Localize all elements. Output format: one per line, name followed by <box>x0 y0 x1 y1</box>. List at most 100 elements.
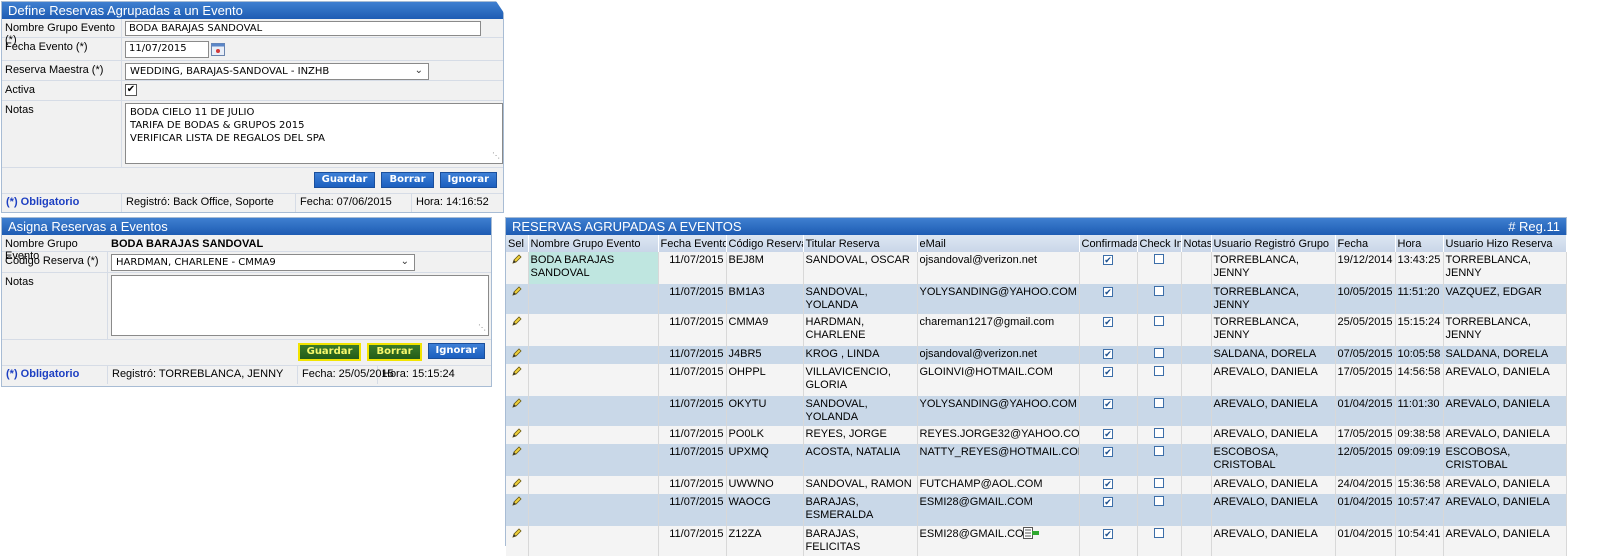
edit-pencil-icon[interactable] <box>512 496 522 506</box>
cell-checkin[interactable] <box>1137 494 1182 526</box>
table-row[interactable]: 11/07/2015 J4BR5 KROG , LINDA ojsandoval@ve… <box>506 346 1567 364</box>
confirmada-checkbox[interactable]: ✔ <box>1103 497 1113 507</box>
cell-confirmada[interactable]: ✔ <box>1079 346 1138 364</box>
checkin-checkbox[interactable] <box>1154 348 1164 358</box>
activa-checkbox[interactable]: ✔ <box>125 84 137 96</box>
cell-confirmada[interactable]: ✔ <box>1079 284 1138 314</box>
fecha-evento-input[interactable]: 11/07/2015 <box>125 40 209 58</box>
table-row[interactable]: 11/07/2015 UPXMQ ACOSTA, NATALIA NATTY_REYE… <box>506 444 1567 476</box>
column-header[interactable]: Confirmada <box>1079 235 1138 252</box>
table-row[interactable]: 11/07/2015 UWWNO SANDOVAL, RAMON FUTCHAMP@A… <box>506 476 1567 494</box>
column-header[interactable]: Nombre Grupo Evento <box>528 235 659 252</box>
checkin-checkbox[interactable] <box>1154 428 1164 438</box>
resize-grip-icon[interactable]: ⋱ <box>492 149 500 162</box>
edit-pencil-icon[interactable] <box>512 428 522 438</box>
checkin-checkbox[interactable] <box>1154 286 1164 296</box>
select-cell[interactable] <box>506 284 529 314</box>
ignorar-button[interactable]: Ignorar <box>427 343 485 359</box>
cell-confirmada[interactable]: ✔ <box>1079 476 1138 494</box>
checkin-checkbox[interactable] <box>1154 316 1164 326</box>
ignorar-button[interactable]: Ignorar <box>439 172 497 188</box>
select-cell[interactable] <box>506 444 529 476</box>
cell-confirmada[interactable]: ✔ <box>1079 426 1138 444</box>
cell-checkin[interactable] <box>1137 314 1182 346</box>
confirmada-checkbox[interactable]: ✔ <box>1103 317 1113 327</box>
column-header[interactable]: Fecha <box>1335 235 1396 252</box>
calendar-icon[interactable] <box>211 42 225 56</box>
edit-pencil-icon[interactable] <box>512 398 522 408</box>
guardar-button[interactable]: Guardar <box>297 343 362 361</box>
edit-pencil-icon[interactable] <box>512 478 522 488</box>
select-cell[interactable] <box>506 526 529 556</box>
cell-checkin[interactable] <box>1137 284 1182 314</box>
confirmada-checkbox[interactable]: ✔ <box>1103 447 1113 457</box>
cell-confirmada[interactable]: ✔ <box>1079 444 1138 476</box>
cell-checkin[interactable] <box>1137 426 1182 444</box>
select-cell[interactable] <box>506 476 529 494</box>
confirmada-checkbox[interactable]: ✔ <box>1103 429 1113 439</box>
column-header[interactable]: Usuario Registró Grupo <box>1211 235 1336 252</box>
table-row[interactable]: 11/07/2015 BM1A3 SANDOVAL, YOLANDA YOLYSAND… <box>506 284 1567 314</box>
reserva-maestra-select[interactable]: WEDDING, BARAJAS-SANDOVAL - INZHB ⌄ <box>125 63 429 80</box>
confirmada-checkbox[interactable]: ✔ <box>1103 367 1113 377</box>
checkin-checkbox[interactable] <box>1154 446 1164 456</box>
confirmada-checkbox[interactable]: ✔ <box>1103 529 1113 539</box>
table-row[interactable]: 11/07/2015 OKYTU SANDOVAL, YOLANDA YOLYSAND… <box>506 396 1567 426</box>
table-row[interactable]: 11/07/2015 PO0LK REYES, JORGE REYES.JORGE32… <box>506 426 1567 444</box>
column-header[interactable]: Notas <box>1181 235 1212 252</box>
edit-pencil-icon[interactable] <box>512 446 522 456</box>
cell-confirmada[interactable]: ✔ <box>1079 314 1138 346</box>
select-cell[interactable] <box>506 252 529 284</box>
checkin-checkbox[interactable] <box>1154 366 1164 376</box>
resize-grip-icon[interactable]: ⋱ <box>478 321 486 334</box>
cell-confirmada[interactable]: ✔ <box>1079 364 1138 396</box>
edit-pencil-icon[interactable] <box>512 528 522 538</box>
borrar-button[interactable]: Borrar <box>367 343 422 361</box>
column-header[interactable]: Sel <box>506 235 529 252</box>
edit-pencil-icon[interactable] <box>512 316 522 326</box>
column-header[interactable]: eMail <box>917 235 1080 252</box>
add-row-icon[interactable] <box>1023 527 1039 542</box>
checkin-checkbox[interactable] <box>1154 398 1164 408</box>
checkin-checkbox[interactable] <box>1154 478 1164 488</box>
cell-checkin[interactable] <box>1137 364 1182 396</box>
confirmada-checkbox[interactable]: ✔ <box>1103 479 1113 489</box>
select-cell[interactable] <box>506 364 529 396</box>
column-header[interactable]: Check In <box>1137 235 1182 252</box>
cell-confirmada[interactable]: ✔ <box>1079 494 1138 526</box>
select-cell[interactable] <box>506 426 529 444</box>
borrar-button[interactable]: Borrar <box>381 172 434 188</box>
cell-checkin[interactable] <box>1137 252 1182 284</box>
column-header[interactable]: Hora <box>1395 235 1444 252</box>
guardar-button[interactable]: Guardar <box>313 172 376 188</box>
confirmada-checkbox[interactable]: ✔ <box>1103 349 1113 359</box>
column-header[interactable]: Fecha Evento <box>658 235 727 252</box>
table-row[interactable]: 11/07/2015 CMMA9 HARDMAN, CHARLENE chareman… <box>506 314 1567 346</box>
cell-checkin[interactable] <box>1137 346 1182 364</box>
notas-textarea[interactable]: BODA CIELO 11 DE JULIO TARIFA DE BODAS &… <box>125 103 503 164</box>
edit-pencil-icon[interactable] <box>512 348 522 358</box>
column-header[interactable]: Código Reserva <box>726 235 804 252</box>
table-row[interactable]: 11/07/2015 OHPPL VILLAVICENCIO, GLORIA GLOI… <box>506 364 1567 396</box>
checkin-checkbox[interactable] <box>1154 496 1164 506</box>
edit-pencil-icon[interactable] <box>512 254 522 264</box>
notas-textarea[interactable]: ⋱ <box>111 275 489 336</box>
cell-checkin[interactable] <box>1137 396 1182 426</box>
confirmada-checkbox[interactable]: ✔ <box>1103 287 1113 297</box>
table-row[interactable]: BODA BARAJAS SANDOVAL 11/07/2015 BEJ8M SAND… <box>506 252 1567 284</box>
checkin-checkbox[interactable] <box>1154 528 1164 538</box>
nombre-grupo-input[interactable]: BODA BARAJAS SANDOVAL <box>125 21 481 36</box>
select-cell[interactable] <box>506 494 529 526</box>
checkin-checkbox[interactable] <box>1154 254 1164 264</box>
cell-confirmada[interactable]: ✔ <box>1079 396 1138 426</box>
codigo-reserva-select[interactable]: HARDMAN, CHARLENE - CMMA9 ⌄ <box>111 254 415 271</box>
edit-pencil-icon[interactable] <box>512 286 522 296</box>
select-cell[interactable] <box>506 396 529 426</box>
column-header[interactable]: Titular Reserva <box>803 235 918 252</box>
cell-checkin[interactable] <box>1137 476 1182 494</box>
cell-checkin[interactable] <box>1137 444 1182 476</box>
table-row[interactable]: 11/07/2015 WAOCG BARAJAS, ESMERALDA ESMI28@… <box>506 494 1567 526</box>
select-cell[interactable] <box>506 346 529 364</box>
cell-confirmada[interactable]: ✔ <box>1079 252 1138 284</box>
cell-checkin[interactable] <box>1137 526 1182 556</box>
